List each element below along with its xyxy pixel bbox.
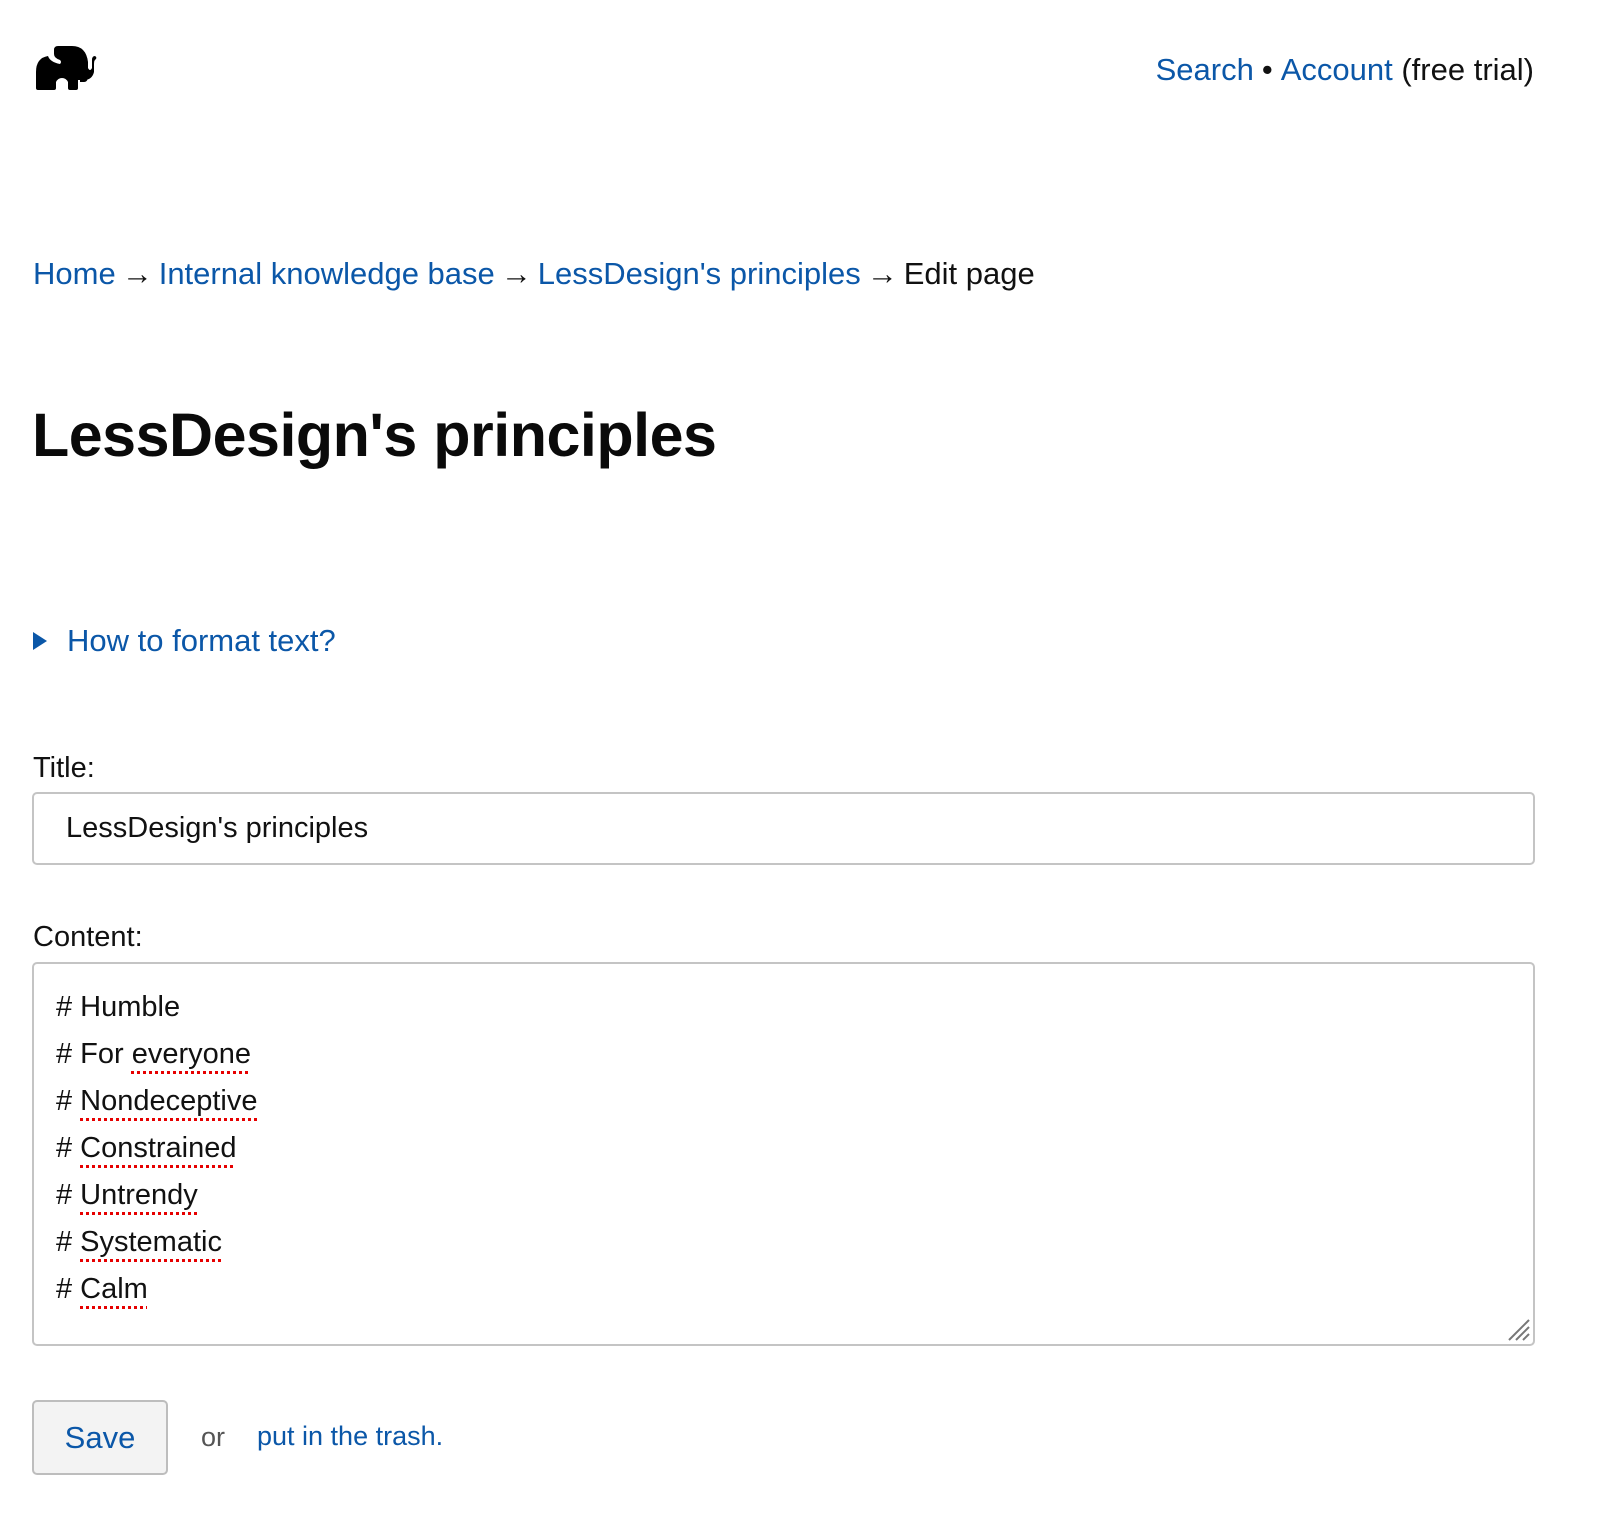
- content-label: Content:: [33, 921, 143, 953]
- disclosure-triangle-icon[interactable]: [33, 632, 47, 650]
- title-input[interactable]: [32, 792, 1535, 865]
- nav-separator: •: [1261, 52, 1273, 87]
- search-link[interactable]: Search: [1156, 52, 1254, 87]
- spellcheck-underline: Systematic: [80, 1226, 222, 1258]
- content-line: # Constrained: [56, 1132, 237, 1164]
- breadcrumb-arrow-icon: →: [121, 256, 153, 291]
- breadcrumb-arrow-icon: →: [500, 256, 532, 291]
- format-help-link[interactable]: How to format text?: [67, 623, 336, 659]
- breadcrumb-current: Edit page: [903, 256, 1035, 291]
- content-line: # Systematic: [56, 1226, 222, 1258]
- breadcrumb-knowledge-base[interactable]: Internal knowledge base: [159, 256, 495, 291]
- content-line: # Calm: [56, 1273, 148, 1305]
- content-line: # Untrendy: [56, 1179, 198, 1211]
- resize-handle-icon[interactable]: [1505, 1316, 1531, 1342]
- content-line: # Nondeceptive: [56, 1085, 258, 1117]
- content-textarea[interactable]: # Humble # For everyone # Nondeceptive # Con…: [32, 962, 1535, 1346]
- breadcrumb-home[interactable]: Home: [33, 256, 116, 291]
- breadcrumb-page[interactable]: LessDesign's principles: [538, 256, 861, 291]
- format-help-toggle[interactable]: How to format text?: [33, 623, 336, 659]
- account-note: (free trial): [1401, 52, 1534, 87]
- top-nav: Search • Account (free trial): [1156, 52, 1534, 88]
- page-title: LessDesign's principles: [32, 401, 717, 469]
- spellcheck-underline: Nondeceptive: [80, 1085, 258, 1117]
- spellcheck-underline: Constrained: [80, 1132, 237, 1164]
- content-line: # For everyone: [56, 1038, 252, 1070]
- or-text: or: [201, 1422, 226, 1452]
- elephant-icon[interactable]: [34, 42, 100, 92]
- content-line: # Humble: [56, 991, 181, 1023]
- breadcrumb: Home → Internal knowledge base → LessDesign'…: [33, 256, 1035, 292]
- spellcheck-underline: Untrendy: [80, 1179, 198, 1211]
- breadcrumb-arrow-icon: →: [866, 256, 898, 291]
- spellcheck-underline: Calm: [80, 1273, 148, 1305]
- account-link[interactable]: Account: [1281, 52, 1393, 87]
- save-button[interactable]: Save: [32, 1400, 168, 1475]
- trash-link[interactable]: put in the trash.: [257, 1421, 443, 1452]
- title-label: Title:: [33, 752, 95, 784]
- spellcheck-underline: everyone: [131, 1038, 252, 1070]
